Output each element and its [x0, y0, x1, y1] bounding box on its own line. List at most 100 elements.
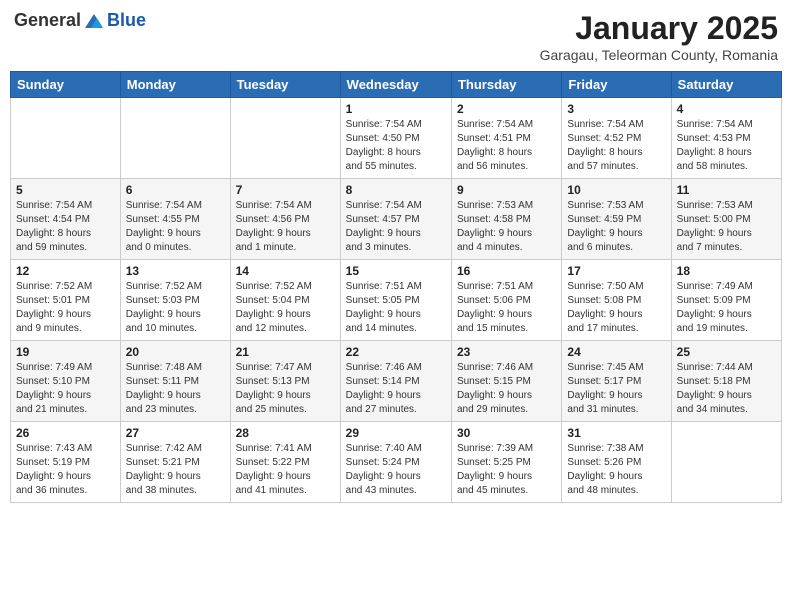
logo: General Blue — [14, 10, 146, 31]
day-header-wednesday: Wednesday — [340, 72, 451, 98]
calendar-cell: 15 Sunrise: 7:51 AM Sunset: 5:05 PM Dayli… — [340, 260, 451, 341]
day-number: 5 — [16, 183, 115, 197]
day-number: 22 — [346, 345, 446, 359]
day-info: Sunrise: 7:53 AM Sunset: 4:58 PM Dayligh… — [457, 199, 556, 255]
calendar-cell: 30 Sunrise: 7:39 AM Sunset: 5:25 PM Dayli… — [451, 422, 561, 503]
calendar-cell: 22 Sunrise: 7:46 AM Sunset: 5:14 PM Dayli… — [340, 341, 451, 422]
day-info: Sunrise: 7:53 AM Sunset: 5:00 PM Dayligh… — [677, 199, 776, 255]
calendar-week-3: 12 Sunrise: 7:52 AM Sunset: 5:01 PM Dayli… — [11, 260, 782, 341]
day-number: 27 — [126, 426, 225, 440]
calendar-cell: 7 Sunrise: 7:54 AM Sunset: 4:56 PM Daylig… — [230, 179, 340, 260]
calendar-cell: 9 Sunrise: 7:53 AM Sunset: 4:58 PM Daylig… — [451, 179, 561, 260]
calendar-cell — [230, 98, 340, 179]
day-info: Sunrise: 7:54 AM Sunset: 4:51 PM Dayligh… — [457, 118, 556, 174]
day-number: 28 — [236, 426, 335, 440]
calendar-cell: 13Sunrise: 7:52 AM Sunset: 5:03 PM Dayli… — [120, 260, 230, 341]
day-info: Sunrise: 7:39 AM Sunset: 5:25 PM Dayligh… — [457, 442, 556, 498]
calendar-cell: 6 Sunrise: 7:54 AM Sunset: 4:55 PM Daylig… — [120, 179, 230, 260]
calendar-cell — [120, 98, 230, 179]
day-info: Sunrise: 7:52 AM Sunset: 5:03 PM Dayligh… — [126, 280, 225, 336]
day-info: Sunrise: 7:38 AM Sunset: 5:26 PM Dayligh… — [567, 442, 665, 498]
day-info: Sunrise: 7:40 AM Sunset: 5:24 PM Dayligh… — [346, 442, 446, 498]
day-info: Sunrise: 7:54 AM Sunset: 4:53 PM Dayligh… — [677, 118, 776, 174]
calendar-week-1: 1 Sunrise: 7:54 AM Sunset: 4:50 PM Daylig… — [11, 98, 782, 179]
day-info: Sunrise: 7:51 AM Sunset: 5:06 PM Dayligh… — [457, 280, 556, 336]
day-number: 10 — [567, 183, 665, 197]
calendar-cell: 16Sunrise: 7:51 AM Sunset: 5:06 PM Dayli… — [451, 260, 561, 341]
day-number: 6 — [126, 183, 225, 197]
calendar-cell: 24 Sunrise: 7:45 AM Sunset: 5:17 PM Dayli… — [562, 341, 671, 422]
title-block: January 2025 Garagau, Teleorman County, … — [540, 10, 778, 63]
day-number: 29 — [346, 426, 446, 440]
day-info: Sunrise: 7:51 AM Sunset: 5:05 PM Dayligh… — [346, 280, 446, 336]
day-number: 8 — [346, 183, 446, 197]
day-number: 31 — [567, 426, 665, 440]
calendar-cell: 18Sunrise: 7:49 AM Sunset: 5:09 PM Dayli… — [671, 260, 781, 341]
day-number: 19 — [16, 345, 115, 359]
day-number: 15 — [346, 264, 446, 278]
calendar-week-2: 5 Sunrise: 7:54 AM Sunset: 4:54 PM Daylig… — [11, 179, 782, 260]
day-info: Sunrise: 7:49 AM Sunset: 5:09 PM Dayligh… — [677, 280, 776, 336]
day-number: 9 — [457, 183, 556, 197]
calendar-cell: 4Sunrise: 7:54 AM Sunset: 4:53 PM Daylig… — [671, 98, 781, 179]
day-header-friday: Friday — [562, 72, 671, 98]
day-number: 14 — [236, 264, 335, 278]
day-number: 25 — [677, 345, 776, 359]
day-info: Sunrise: 7:48 AM Sunset: 5:11 PM Dayligh… — [126, 361, 225, 417]
calendar-cell: 31 Sunrise: 7:38 AM Sunset: 5:26 PM Dayli… — [562, 422, 671, 503]
calendar-week-5: 26Sunrise: 7:43 AM Sunset: 5:19 PM Dayli… — [11, 422, 782, 503]
calendar-cell — [11, 98, 121, 179]
day-info: Sunrise: 7:46 AM Sunset: 5:14 PM Dayligh… — [346, 361, 446, 417]
day-number: 2 — [457, 102, 556, 116]
day-info: Sunrise: 7:54 AM Sunset: 4:54 PM Dayligh… — [16, 199, 115, 255]
calendar-cell: 17 Sunrise: 7:50 AM Sunset: 5:08 PM Dayli… — [562, 260, 671, 341]
page-header: General Blue January 2025 Garagau, Teleo… — [10, 10, 782, 63]
day-info: Sunrise: 7:54 AM Sunset: 4:50 PM Dayligh… — [346, 118, 446, 174]
calendar-cell: 26Sunrise: 7:43 AM Sunset: 5:19 PM Dayli… — [11, 422, 121, 503]
day-header-monday: Monday — [120, 72, 230, 98]
calendar-cell: 21Sunrise: 7:47 AM Sunset: 5:13 PM Dayli… — [230, 341, 340, 422]
calendar-cell: 5 Sunrise: 7:54 AM Sunset: 4:54 PM Daylig… — [11, 179, 121, 260]
calendar-cell — [671, 422, 781, 503]
day-number: 7 — [236, 183, 335, 197]
day-number: 17 — [567, 264, 665, 278]
calendar-cell: 29 Sunrise: 7:40 AM Sunset: 5:24 PM Dayli… — [340, 422, 451, 503]
calendar-cell: 12 Sunrise: 7:52 AM Sunset: 5:01 PM Dayli… — [11, 260, 121, 341]
day-info: Sunrise: 7:54 AM Sunset: 4:55 PM Dayligh… — [126, 199, 225, 255]
day-info: Sunrise: 7:52 AM Sunset: 5:04 PM Dayligh… — [236, 280, 335, 336]
day-number: 11 — [677, 183, 776, 197]
calendar-cell: 11 Sunrise: 7:53 AM Sunset: 5:00 PM Dayli… — [671, 179, 781, 260]
day-number: 21 — [236, 345, 335, 359]
calendar-cell: 23 Sunrise: 7:46 AM Sunset: 5:15 PM Dayli… — [451, 341, 561, 422]
day-info: Sunrise: 7:42 AM Sunset: 5:21 PM Dayligh… — [126, 442, 225, 498]
day-number: 23 — [457, 345, 556, 359]
day-header-thursday: Thursday — [451, 72, 561, 98]
day-number: 24 — [567, 345, 665, 359]
calendar-cell: 25 Sunrise: 7:44 AM Sunset: 5:18 PM Dayli… — [671, 341, 781, 422]
day-info: Sunrise: 7:43 AM Sunset: 5:19 PM Dayligh… — [16, 442, 115, 498]
calendar-cell: 19 Sunrise: 7:49 AM Sunset: 5:10 PM Dayli… — [11, 341, 121, 422]
day-info: Sunrise: 7:52 AM Sunset: 5:01 PM Dayligh… — [16, 280, 115, 336]
day-info: Sunrise: 7:46 AM Sunset: 5:15 PM Dayligh… — [457, 361, 556, 417]
day-number: 1 — [346, 102, 446, 116]
day-header-tuesday: Tuesday — [230, 72, 340, 98]
day-number: 30 — [457, 426, 556, 440]
day-info: Sunrise: 7:54 AM Sunset: 4:56 PM Dayligh… — [236, 199, 335, 255]
location: Garagau, Teleorman County, Romania — [540, 47, 778, 63]
day-number: 20 — [126, 345, 225, 359]
calendar-header-row: SundayMondayTuesdayWednesdayThursdayFrid… — [11, 72, 782, 98]
day-info: Sunrise: 7:50 AM Sunset: 5:08 PM Dayligh… — [567, 280, 665, 336]
day-info: Sunrise: 7:49 AM Sunset: 5:10 PM Dayligh… — [16, 361, 115, 417]
logo-icon — [83, 12, 105, 30]
day-number: 3 — [567, 102, 665, 116]
logo-general-text: General — [14, 10, 81, 31]
calendar-cell: 8Sunrise: 7:54 AM Sunset: 4:57 PM Daylig… — [340, 179, 451, 260]
calendar-cell: 10Sunrise: 7:53 AM Sunset: 4:59 PM Dayli… — [562, 179, 671, 260]
day-info: Sunrise: 7:54 AM Sunset: 4:52 PM Dayligh… — [567, 118, 665, 174]
day-header-saturday: Saturday — [671, 72, 781, 98]
day-number: 12 — [16, 264, 115, 278]
calendar-cell: 14 Sunrise: 7:52 AM Sunset: 5:04 PM Dayli… — [230, 260, 340, 341]
day-info: Sunrise: 7:44 AM Sunset: 5:18 PM Dayligh… — [677, 361, 776, 417]
month-title: January 2025 — [540, 10, 778, 47]
day-info: Sunrise: 7:45 AM Sunset: 5:17 PM Dayligh… — [567, 361, 665, 417]
